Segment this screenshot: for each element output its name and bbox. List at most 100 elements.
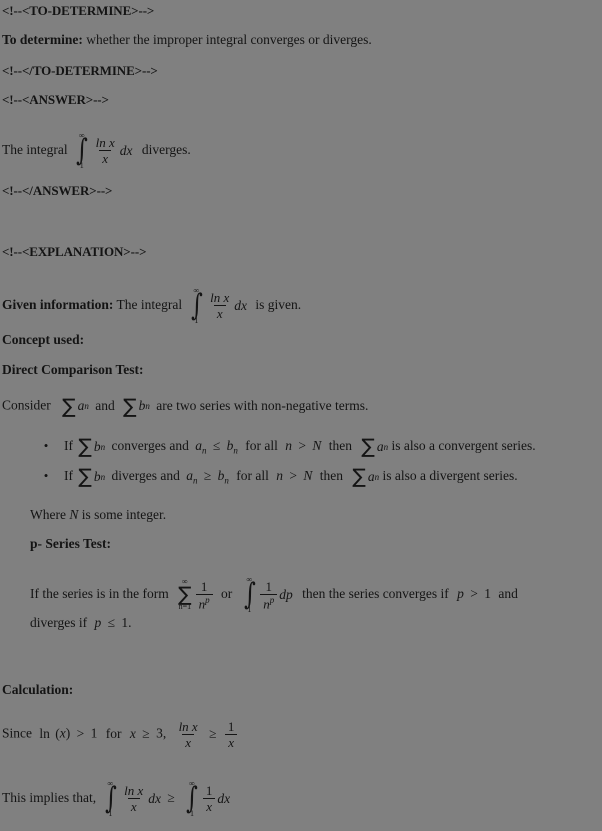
given-information-line: Given information: The integral ∞ ∫ 1 ln… bbox=[0, 287, 602, 325]
condition-N: N bbox=[303, 468, 313, 483]
calculation-line-2: This implies that, ∞ ∫ 1 ln x x dx ≥ ∞ ∫… bbox=[0, 780, 602, 818]
summation-glyph: ∑ bbox=[178, 582, 192, 607]
differential: dp bbox=[279, 586, 293, 602]
fraction: 1 np bbox=[195, 580, 213, 610]
p-series-sum-expression: ∞ ∑ n=1 1 np bbox=[176, 578, 214, 611]
fraction-denominator: x bbox=[127, 798, 140, 813]
integral-glyph: ∫ bbox=[75, 133, 88, 168]
diverges-value: 1. bbox=[121, 615, 132, 630]
consider-and: and bbox=[95, 397, 115, 413]
relation-operator: ≥ bbox=[203, 468, 212, 483]
where-line: Where N is some integer. bbox=[0, 507, 602, 522]
integral-symbol: ∞ ∫ 1 bbox=[74, 132, 90, 170]
given-information-prefix: The integral bbox=[116, 296, 183, 312]
calc1-for: for bbox=[105, 725, 122, 741]
marker-answer-open: <!--<ANSWER>--> bbox=[2, 92, 109, 107]
summation-symbol: ∑ bbox=[62, 394, 76, 418]
to-determine-text: whether the improper integral converges … bbox=[86, 32, 372, 47]
to-determine-label: To determine: bbox=[2, 32, 83, 47]
calculation-heading: Calculation: bbox=[2, 682, 74, 697]
fraction-numerator: 1 bbox=[265, 578, 272, 594]
answer-line: The integral ∞ ∫ 1 ln x x dx diverges. bbox=[0, 132, 602, 170]
sum-b-expression: ∑ bn bbox=[76, 466, 106, 486]
summation-lower-limit: n=1 bbox=[178, 602, 192, 612]
fraction-denominator: x bbox=[213, 305, 226, 320]
fraction: 1 np bbox=[260, 578, 278, 610]
fraction: ln x x bbox=[121, 784, 146, 813]
series-term-subscript: n bbox=[100, 471, 106, 482]
calc1-prefix: Since bbox=[2, 725, 32, 741]
calc2-integral-2: ∞ ∫ 1 1 x dx bbox=[181, 780, 230, 818]
condition-n: n bbox=[276, 468, 284, 483]
calculation-line-1: Since ln (x) > 1 for x ≥ 3, ln x x ≥ 1 x bbox=[0, 720, 602, 749]
bullet-icon: • bbox=[43, 468, 49, 483]
sum-a-expression: ∑ an bbox=[359, 436, 388, 456]
given-information-suffix: is given. bbox=[255, 296, 302, 312]
integral-glyph: ∫ bbox=[104, 781, 117, 816]
fraction-denominator: np bbox=[195, 593, 213, 610]
sum-b-expression: ∑ bn bbox=[121, 396, 150, 416]
integral-symbol: ∞ ∫ 1 bbox=[242, 576, 258, 614]
bullet-content: If ∑ bn diverges and an ≥ bn for all n >… bbox=[64, 464, 518, 489]
fraction-numerator: ln x bbox=[178, 719, 198, 734]
summation-glyph: ∑ bbox=[62, 394, 76, 418]
fraction-denominator: x bbox=[182, 734, 195, 749]
p-series-test-heading: p- Series Test: bbox=[30, 536, 111, 551]
series-term-b-subscript: n bbox=[145, 400, 150, 411]
where-variable: N bbox=[69, 507, 79, 522]
differential: dx bbox=[217, 790, 231, 806]
series-term-subscript: n bbox=[100, 441, 106, 452]
marker-explanation-open: <!--<EXPLANATION>--> bbox=[2, 244, 147, 259]
series-term: b bbox=[93, 438, 101, 454]
series-term-a-subscript: n bbox=[84, 400, 89, 411]
diverges-variable: p bbox=[94, 615, 102, 630]
condition-operator: > bbox=[289, 468, 298, 483]
calc1-ln: ln bbox=[39, 725, 50, 741]
fraction-denominator: np bbox=[260, 593, 278, 610]
calc1-condition-relation: ≥ bbox=[142, 725, 150, 741]
bullet-if: If bbox=[64, 468, 73, 483]
term-a-subscript: n bbox=[201, 445, 207, 456]
marker-to-determine-close: <!--</TO-DETERMINE>--> bbox=[2, 63, 158, 78]
condition-n: n bbox=[285, 438, 293, 453]
integral-glyph: ∫ bbox=[186, 781, 198, 816]
bullet-verb: diverges and bbox=[111, 468, 180, 483]
summation-symbol: ∑ bbox=[78, 466, 91, 486]
calc1-condition-variable: x bbox=[129, 725, 136, 741]
fraction: ln x x bbox=[207, 291, 232, 320]
sum-b-expression: ∑ bn bbox=[76, 436, 106, 456]
integral-symbol: ∞ ∫ 1 bbox=[189, 287, 205, 325]
bullet-tail: is also a divergent series. bbox=[382, 468, 518, 483]
sum-a-expression: ∑ an bbox=[60, 394, 89, 418]
calc1-comma: , bbox=[162, 725, 167, 741]
to-determine-line: To determine: whether the improper integ… bbox=[0, 32, 602, 47]
differential: dx bbox=[119, 142, 133, 158]
bullet-tail: is also a convergent series. bbox=[391, 438, 536, 453]
calc1-condition-value: 3 bbox=[156, 725, 163, 741]
bullet-if: If bbox=[64, 438, 73, 453]
for-all-text: for all bbox=[236, 468, 269, 483]
answer-suffix: diverges. bbox=[141, 141, 191, 157]
fraction-numerator: ln x bbox=[210, 290, 230, 306]
summation-symbol: ∑ bbox=[123, 396, 136, 416]
diverges-operator: ≤ bbox=[107, 615, 116, 630]
calc2-integral-1: ∞ ∫ 1 ln x x dx bbox=[100, 780, 162, 818]
fraction-numerator: ln x bbox=[95, 135, 115, 151]
where-prefix: Where bbox=[30, 507, 66, 522]
consider-prefix: Consider bbox=[2, 397, 51, 413]
differential: dx bbox=[148, 790, 162, 806]
fraction: ln x x bbox=[176, 720, 201, 749]
consider-line: Consider ∑ an and ∑ bn are two series wi… bbox=[0, 394, 602, 418]
denominator-exponent: p bbox=[269, 594, 275, 605]
marker-to-determine-open: <!--<TO-DETERMINE>--> bbox=[2, 3, 155, 18]
p-series-diverges-line: diverges if p ≤ 1. bbox=[0, 615, 602, 630]
fraction-numerator: ln x bbox=[124, 783, 144, 799]
then-text: then bbox=[328, 438, 353, 453]
series-term: a bbox=[376, 438, 384, 454]
summation-glyph: ∑ bbox=[352, 464, 366, 489]
p-series-and: and bbox=[498, 585, 518, 601]
term-a: a bbox=[186, 468, 193, 483]
integral-glyph: ∫ bbox=[243, 577, 256, 612]
given-integral-expression: ∞ ∫ 1 ln x x dx bbox=[186, 287, 247, 325]
relation-operator: ≤ bbox=[212, 438, 221, 453]
